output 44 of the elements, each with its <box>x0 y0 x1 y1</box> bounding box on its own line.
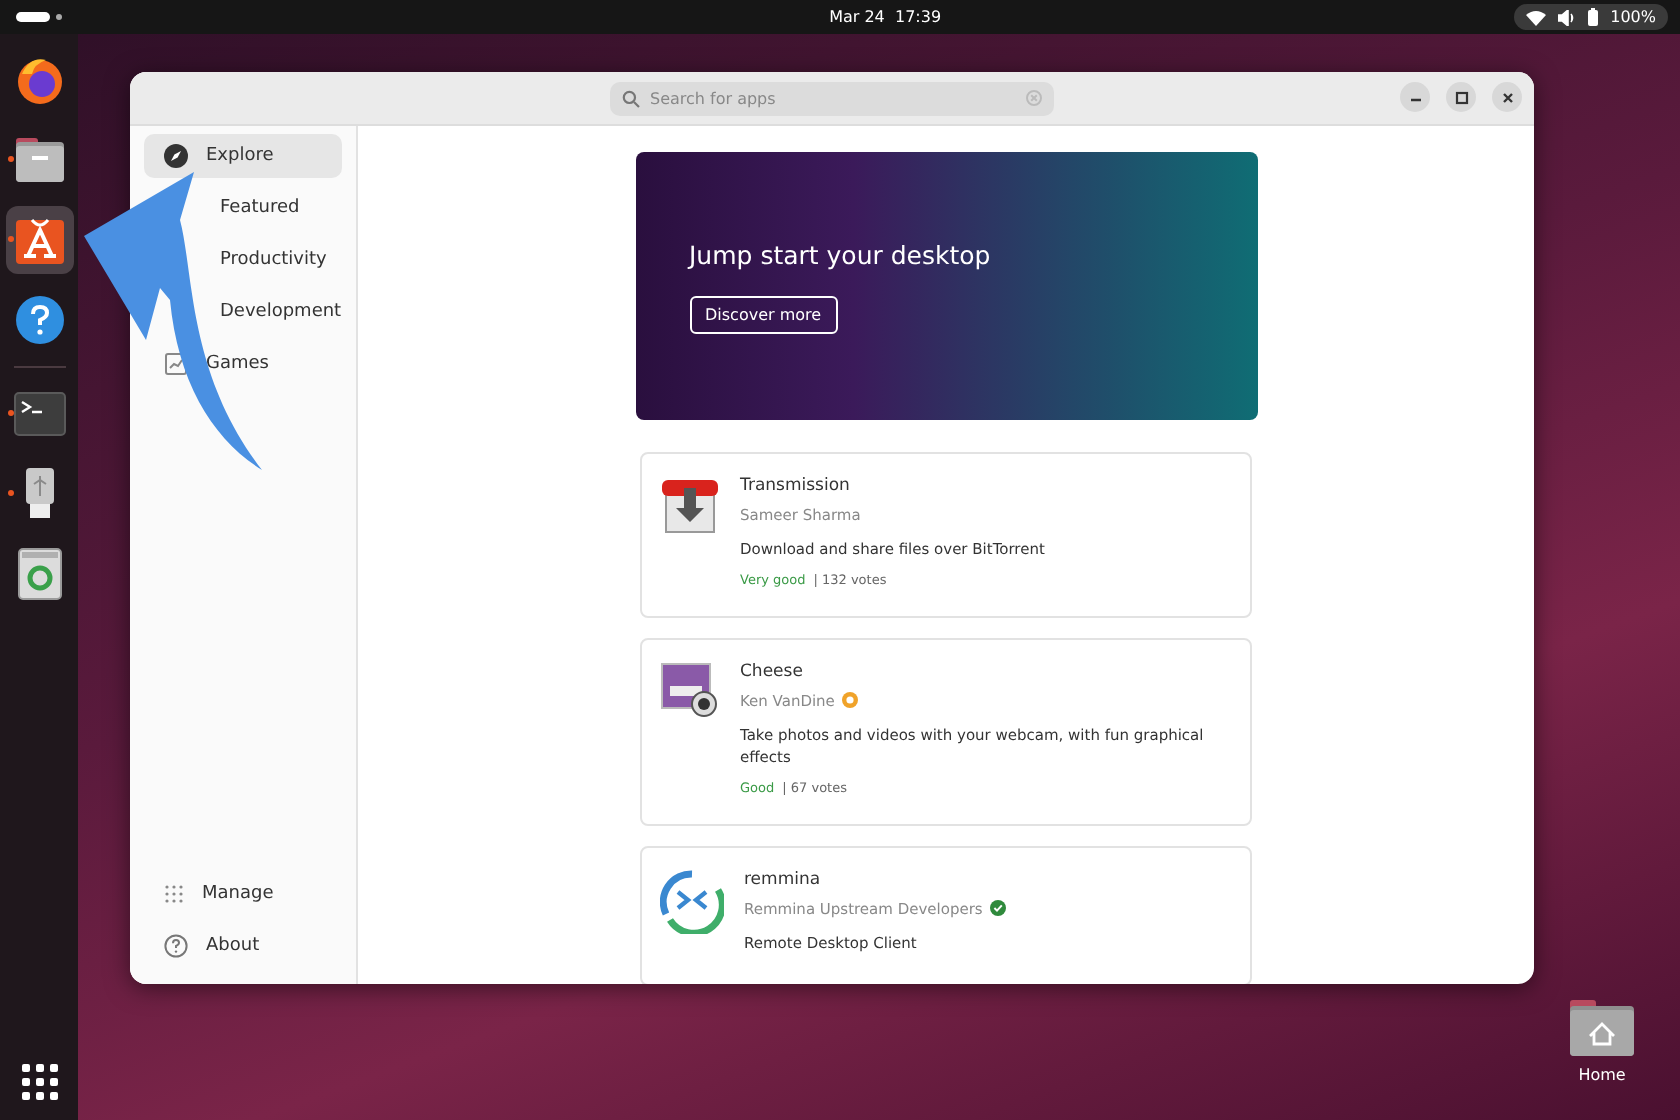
close-button[interactable] <box>1492 82 1522 112</box>
maximize-icon <box>1453 89 1469 105</box>
terminal-icon <box>13 392 65 436</box>
help-icon <box>164 934 188 958</box>
usb-drive-icon <box>23 468 55 520</box>
webcam-photo-icon <box>660 661 720 722</box>
sidebar-item[interactable]: Productivity <box>200 238 342 282</box>
sidebar-item[interactable]: Explore <box>144 134 342 178</box>
workspace-indicator[interactable] <box>16 12 50 22</box>
discover-button[interactable]: Discover more <box>689 295 838 333</box>
download-box-icon <box>660 476 720 536</box>
trash-icon <box>17 548 61 600</box>
app-name: Cheese <box>740 661 805 682</box>
home-folder-icon[interactable] <box>1570 1000 1634 1056</box>
battery-icon <box>1588 8 1599 26</box>
compass-icon <box>164 144 188 168</box>
fox-globe-icon <box>13 54 65 106</box>
help-icon <box>13 294 65 346</box>
wifi-icon <box>1526 9 1547 25</box>
dots-grid-icon <box>164 884 184 904</box>
remote-desktop-icon <box>660 869 724 934</box>
banner-title: Jump start your desktop <box>689 239 991 269</box>
search-icon <box>622 89 640 107</box>
sidebar-item[interactable]: Manage <box>144 872 342 916</box>
clock[interactable]: Mar 24 17:39 <box>829 8 942 26</box>
speaker-icon <box>1558 9 1577 25</box>
minimize-button[interactable] <box>1400 82 1430 112</box>
dock-item[interactable] <box>5 206 73 274</box>
app-name: Transmission <box>740 476 852 496</box>
search-field[interactable]: Search for apps <box>610 81 1054 115</box>
app-grid-icon[interactable] <box>21 1064 57 1100</box>
maximize-button[interactable] <box>1446 82 1476 112</box>
shopping-bag-icon <box>13 214 65 266</box>
sidebar-item[interactable]: Development <box>200 290 342 334</box>
home-label: Home <box>1578 1066 1626 1084</box>
search-input[interactable]: Search for apps <box>650 89 1016 107</box>
sidebar-item[interactable]: Featured <box>200 186 342 230</box>
close-icon <box>1499 89 1515 105</box>
app-name: remmina <box>744 869 823 890</box>
sidebar-item[interactable]: About <box>144 924 342 968</box>
folder-icon <box>13 136 65 184</box>
battery-level: 100% <box>1610 8 1656 26</box>
workspace-dot[interactable] <box>56 14 62 20</box>
system-tray[interactable]: 100% <box>1514 4 1668 30</box>
